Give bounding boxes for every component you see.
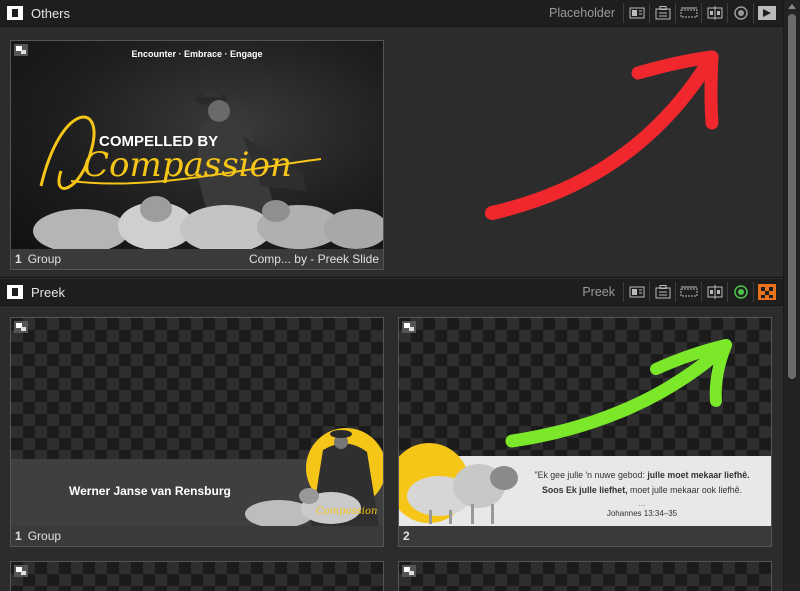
stage-icon [629,286,644,298]
split-icon [707,285,722,299]
slide-artwork: Werner Janse van Rensburg Compassion [11,318,383,526]
split-icon [707,6,722,20]
logo-icon [7,6,23,20]
checker-button[interactable] [753,282,779,302]
section-toolbar: Placeholder [549,0,783,26]
record-button[interactable] [727,282,753,302]
slide-number: 1 [15,252,22,266]
presentation-app: Others Placeholder Encounter · Embrace ·… [0,0,800,591]
slide-number: 2 [403,529,410,543]
split-button[interactable] [701,3,727,23]
verse-text-bold: julle moet mekaar liefhê. [647,470,750,480]
slide-tagline: Encounter · Embrace · Engage [131,49,263,59]
record-icon [733,285,748,299]
record-icon [733,6,748,20]
verse-text-plain: "Ek gee julle 'n nuwe gebod: [534,470,648,480]
verse-ellipsis: ... [638,499,646,508]
mini-script: Compassion [316,506,378,517]
slide-preek-1[interactable]: Werner Janse van Rensburg Compassion 1 G… [10,317,384,547]
slide-heading-script: Compassion [83,145,292,185]
section-label: Preek [582,285,615,299]
vertical-scrollbar[interactable] [783,0,800,591]
slide-number: 1 [15,529,22,543]
stage-button[interactable] [623,3,649,23]
slide-corner-icon [402,321,416,333]
checker-icon [757,284,776,300]
projector-icon [655,285,670,299]
slide-corner-icon [14,44,28,56]
stage-button[interactable] [623,282,649,302]
verse-line-1: "Ek gee julle 'n nuwe gebod: julle moet … [517,470,767,480]
split-button[interactable] [701,282,727,302]
timer-button[interactable] [675,3,701,23]
slide-name: Comp... by - Preek Slide [248,252,379,266]
section-divider [0,277,783,278]
verse-text-bold: Soos Ek julle liefhet, [542,485,628,495]
section-toolbar: Preek [582,279,783,305]
slide-corner-icon [14,565,28,577]
timer-icon [680,286,697,297]
slide-footer: 1 Group Comp... by - Preek Slide [11,249,383,269]
timer-icon [680,7,697,18]
slide-others-1[interactable]: Encounter · Embrace · Engage COMPELLED B… [10,40,384,270]
record-button[interactable] [727,3,753,23]
slide-footer: 1 Group [11,526,383,546]
slide-corner-icon [14,321,28,333]
slide-preek-4[interactable] [398,561,772,591]
section-header-preek[interactable]: Preek Preek [0,279,783,306]
verse-text-plain: moet julle mekaar ook liefhê. [627,485,742,495]
section-title: Preek [31,284,65,300]
logo-icon [7,285,23,299]
projector-button[interactable] [649,282,675,302]
play-button[interactable] [753,3,779,23]
slide-footer: 2 [399,526,771,546]
timer-button[interactable] [675,282,701,302]
slide-corner-icon [402,565,416,577]
verse-line-2: Soos Ek julle liefhet, moet julle mekaar… [517,485,767,495]
slide-artwork: Encounter · Embrace · Engage COMPELLED B… [11,41,383,249]
section-header-others[interactable]: Others Placeholder [0,0,783,27]
section-title: Others [31,5,71,21]
red-arrow-annotation [485,50,719,220]
speaker-name: Werner Janse van Rensburg [69,484,231,498]
projector-icon [655,6,670,20]
scrollbar-thumb[interactable] [788,14,796,379]
section-label: Placeholder [548,6,615,20]
slide-preek-3[interactable] [10,561,384,591]
green-arrow-annotation [505,339,732,448]
slide-group: Group [27,529,62,543]
scroll-up-arrow-icon[interactable] [788,4,796,9]
verse-reference: Johannes 13:34–35 [606,509,678,518]
play-icon [757,6,776,20]
slide-group: Group [27,252,62,266]
stage-icon [629,7,644,19]
projector-button[interactable] [649,3,675,23]
